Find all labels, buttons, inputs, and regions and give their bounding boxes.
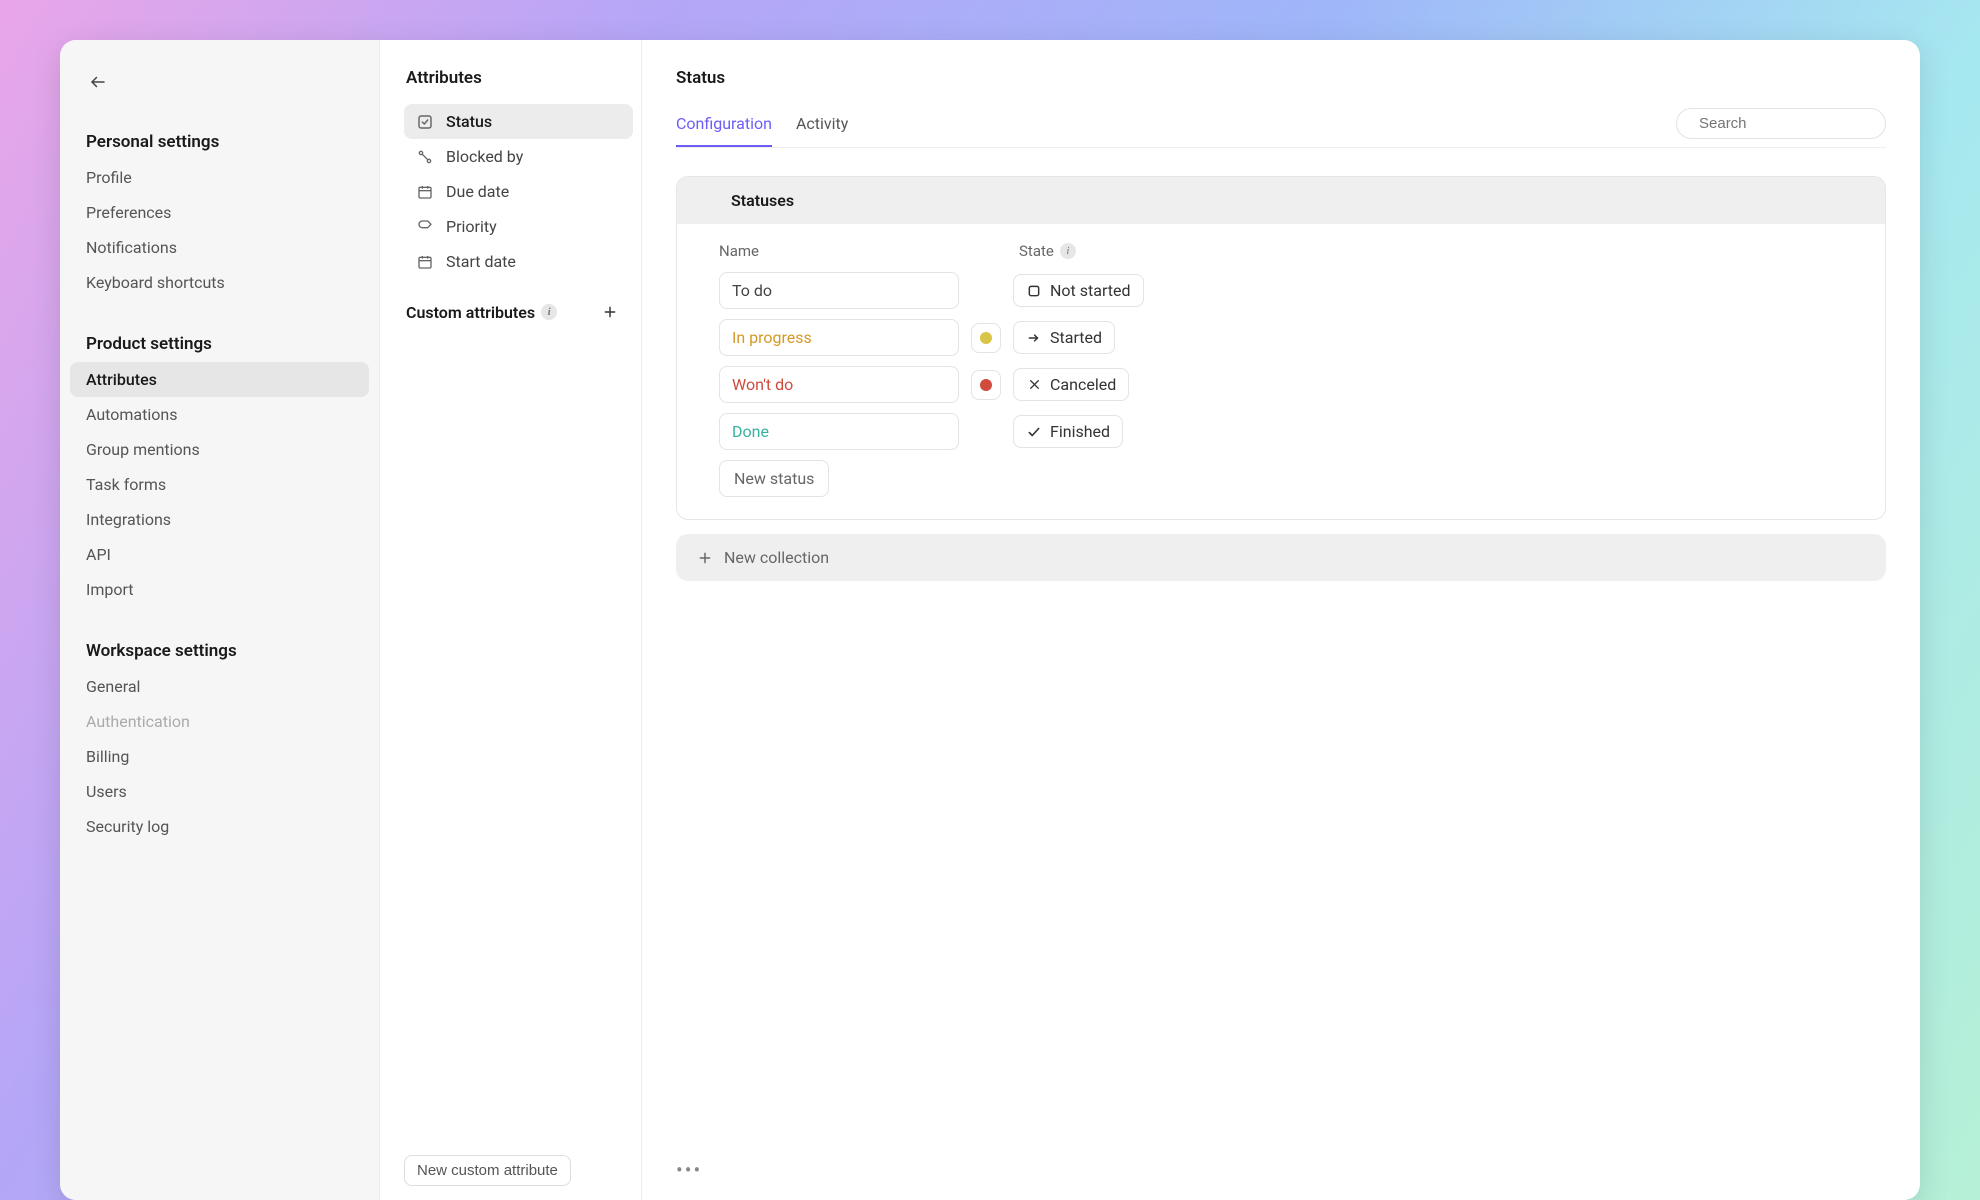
state-selector[interactable]: Finished	[1013, 415, 1123, 448]
status-color-swatch[interactable]	[971, 370, 1001, 400]
tag-icon	[416, 218, 434, 236]
check-icon	[1026, 424, 1042, 440]
sidebar-item-import[interactable]: Import	[70, 572, 369, 607]
sidebar-item-users[interactable]: Users	[70, 774, 369, 809]
new-status-button[interactable]: New status	[719, 460, 829, 497]
column-header-name: Name	[719, 242, 1019, 260]
plus-icon	[603, 305, 617, 319]
calendar-icon	[416, 183, 434, 201]
main-panel: Status Configuration Activity Statuses N…	[642, 40, 1920, 1200]
x-icon	[1026, 377, 1042, 393]
arrow-right-icon	[1026, 330, 1042, 346]
attribute-item-start-date[interactable]: Start date	[404, 244, 633, 279]
sidebar-item-profile[interactable]: Profile	[70, 160, 369, 195]
column-header-state: State i	[1019, 242, 1076, 260]
status-row: Won't do Canceled	[719, 366, 1861, 403]
sidebar-item-security-log[interactable]: Security log	[70, 809, 369, 844]
search-field[interactable]	[1676, 108, 1886, 139]
relation-icon	[416, 148, 434, 166]
section-heading: Personal settings	[70, 124, 369, 160]
add-custom-attribute-button[interactable]	[599, 301, 621, 323]
statuses-card: Statuses Name State i To do	[676, 176, 1886, 520]
tab-configuration[interactable]: Configuration	[676, 106, 772, 147]
state-selector[interactable]: Started	[1013, 321, 1115, 354]
new-collection-button[interactable]: New collection	[676, 534, 1886, 581]
custom-attributes-header: Custom attributes i	[404, 279, 633, 331]
status-name-input[interactable]: Won't do	[719, 366, 959, 403]
sidebar-item-automations[interactable]: Automations	[70, 397, 369, 432]
arrow-left-icon	[89, 73, 107, 91]
status-name-input[interactable]: In progress	[719, 319, 959, 356]
sidebar-item-notifications[interactable]: Notifications	[70, 230, 369, 265]
attribute-item-status[interactable]: Status	[404, 104, 633, 139]
attributes-heading: Attributes	[404, 68, 633, 88]
section-heading: Product settings	[70, 326, 369, 362]
section-product-settings: Product settings Attributes Automations …	[70, 326, 369, 607]
sidebar-item-api[interactable]: API	[70, 537, 369, 572]
search-input[interactable]	[1699, 115, 1898, 132]
sidebar-item-preferences[interactable]: Preferences	[70, 195, 369, 230]
section-personal-settings: Personal settings Profile Preferences No…	[70, 124, 369, 300]
attribute-item-priority[interactable]: Priority	[404, 209, 633, 244]
attributes-panel: Attributes Status Blocked by Due date	[380, 40, 642, 1200]
calendar-icon	[416, 253, 434, 271]
settings-sidebar: Personal settings Profile Preferences No…	[60, 40, 380, 1200]
more-menu-button[interactable]: •••	[676, 1158, 702, 1182]
info-icon[interactable]: i	[541, 304, 557, 320]
new-custom-attribute-button[interactable]: New custom attribute	[404, 1155, 571, 1186]
status-row: To do Not started	[719, 272, 1861, 309]
sidebar-item-general[interactable]: General	[70, 669, 369, 704]
state-label: Canceled	[1050, 375, 1116, 394]
status-row: In progress Started	[719, 319, 1861, 356]
card-heading: Statuses	[677, 177, 1885, 224]
sidebar-item-keyboard-shortcuts[interactable]: Keyboard shortcuts	[70, 265, 369, 300]
attribute-item-label: Blocked by	[446, 147, 523, 166]
color-dot	[980, 332, 992, 344]
app-window: Personal settings Profile Preferences No…	[60, 40, 1920, 1200]
attribute-item-due-date[interactable]: Due date	[404, 174, 633, 209]
info-icon[interactable]: i	[1060, 243, 1076, 259]
state-selector[interactable]: Canceled	[1013, 368, 1129, 401]
back-button[interactable]	[84, 68, 112, 96]
new-collection-label: New collection	[724, 548, 829, 567]
section-heading: Workspace settings	[70, 633, 369, 669]
status-color-swatch[interactable]	[971, 323, 1001, 353]
state-label: Started	[1050, 328, 1102, 347]
square-icon	[1026, 283, 1042, 299]
status-name-input[interactable]: To do	[719, 272, 959, 309]
attribute-item-label: Priority	[446, 217, 497, 236]
color-dot	[980, 379, 992, 391]
sidebar-item-authentication[interactable]: Authentication	[70, 704, 369, 739]
plus-icon	[698, 551, 712, 565]
attribute-item-blocked-by[interactable]: Blocked by	[404, 139, 633, 174]
state-label: Finished	[1050, 422, 1110, 441]
sidebar-item-billing[interactable]: Billing	[70, 739, 369, 774]
custom-attributes-heading: Custom attributes	[406, 303, 535, 322]
tab-bar: Configuration Activity	[676, 106, 1886, 148]
column-headers: Name State i	[719, 242, 1861, 260]
sidebar-item-attributes[interactable]: Attributes	[70, 362, 369, 397]
attribute-item-label: Start date	[446, 252, 516, 271]
sidebar-item-group-mentions[interactable]: Group mentions	[70, 432, 369, 467]
attribute-item-label: Status	[446, 112, 492, 131]
sidebar-item-integrations[interactable]: Integrations	[70, 502, 369, 537]
page-title: Status	[676, 68, 1886, 88]
checkbox-icon	[416, 113, 434, 131]
section-workspace-settings: Workspace settings General Authenticatio…	[70, 633, 369, 844]
status-row: Done Finished	[719, 413, 1861, 450]
status-name-input[interactable]: Done	[719, 413, 959, 450]
attribute-item-label: Due date	[446, 182, 509, 201]
sidebar-item-task-forms[interactable]: Task forms	[70, 467, 369, 502]
state-label: Not started	[1050, 281, 1131, 300]
state-selector[interactable]: Not started	[1013, 274, 1144, 307]
tab-activity[interactable]: Activity	[796, 106, 848, 147]
